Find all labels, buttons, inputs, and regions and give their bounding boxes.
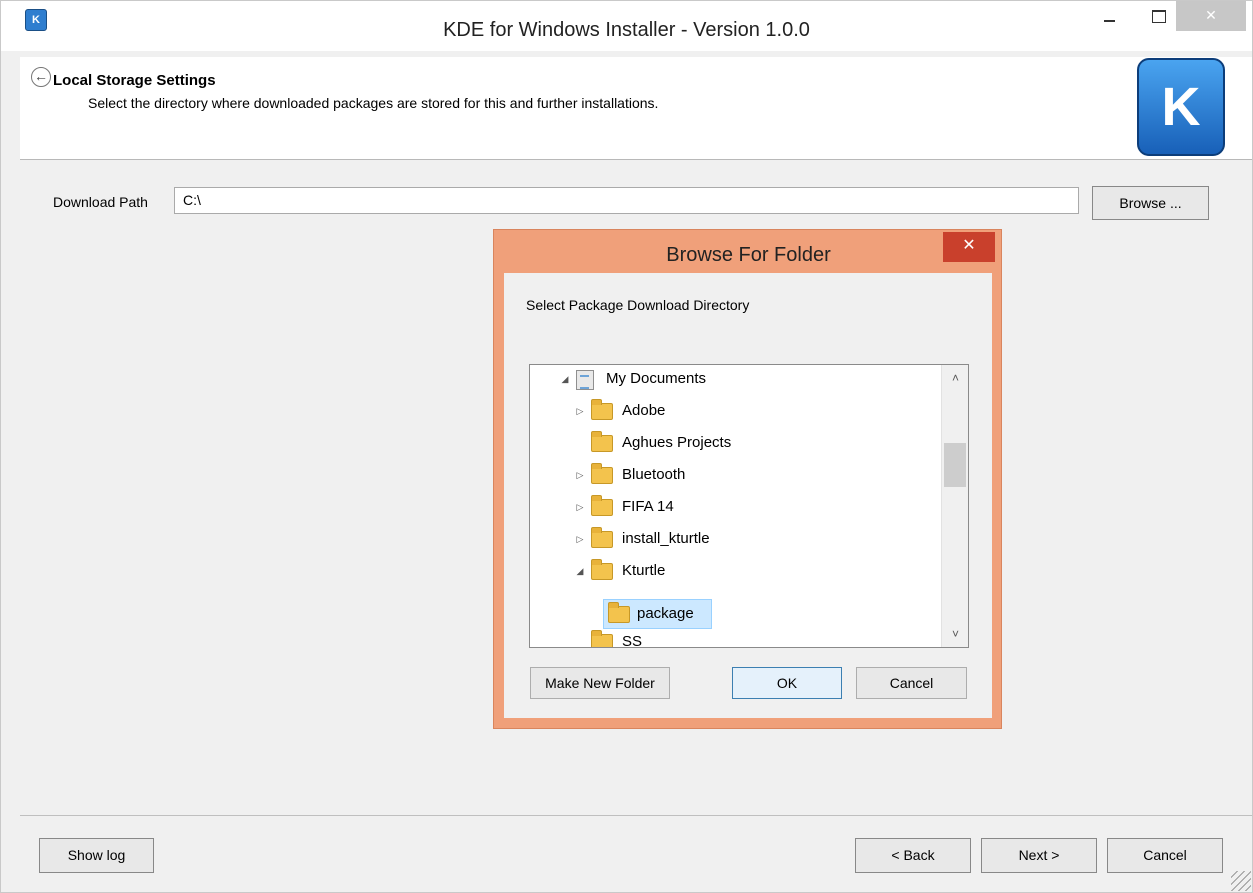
back-button[interactable]: < Back — [855, 838, 971, 873]
download-path-label: Download Path — [53, 194, 148, 210]
expand-arrow-icon[interactable]: ▷ — [575, 493, 585, 521]
expand-arrow-icon[interactable]: ▷ — [575, 525, 585, 553]
tree-item-label: SS — [622, 633, 643, 648]
collapse-arrow-icon[interactable]: ◢ — [560, 365, 570, 393]
installer-window: K KDE for Windows Installer - Version 1.… — [0, 0, 1253, 893]
scroll-up-arrow-icon[interactable]: ˄ — [942, 367, 968, 389]
folder-tree[interactable]: ◢ My Documents ▷ Adobe Aghues Projects ▷ — [529, 364, 969, 648]
tree-item-label: My Documents — [606, 370, 707, 387]
tree-item-label: Bluetooth — [622, 466, 686, 483]
tree-item-label: Kturtle — [622, 562, 666, 579]
dialog-title: Browse For Folder — [666, 244, 831, 266]
dialog-close-button[interactable]: ✕ — [943, 232, 995, 262]
documents-library-icon — [576, 370, 594, 390]
resize-grip-icon[interactable] — [1231, 871, 1251, 891]
tree-item-bluetooth[interactable]: ▷ Bluetooth — [575, 461, 940, 489]
cancel-button[interactable]: Cancel — [1107, 838, 1223, 873]
window-title: KDE for Windows Installer - Version 1.0.… — [443, 19, 810, 41]
expand-arrow-icon[interactable]: ▷ — [575, 461, 585, 489]
page-header: ← Local Storage Settings Select the dire… — [20, 57, 1252, 160]
tree-item-label: Adobe — [622, 402, 666, 419]
tree-item-label: Aghues Projects — [622, 434, 732, 451]
expand-arrow-icon[interactable]: ▷ — [575, 397, 585, 425]
next-button[interactable]: Next > — [981, 838, 1097, 873]
download-path-input[interactable]: C:\ — [174, 187, 1079, 214]
tree-item-kturtle[interactable]: ◢ Kturtle — [575, 557, 940, 585]
tree-item-install-kturtle[interactable]: ▷ install_kturtle — [575, 525, 940, 553]
tree-item-label: install_kturtle — [622, 530, 710, 547]
folder-icon — [591, 431, 613, 452]
collapse-arrow-icon[interactable]: ◢ — [575, 557, 585, 585]
folder-icon — [591, 399, 613, 420]
tree-item-aghues-projects[interactable]: Aghues Projects — [575, 429, 940, 457]
dialog-prompt: Select Package Download Directory — [526, 297, 750, 313]
show-log-button[interactable]: Show log — [39, 838, 154, 873]
make-new-folder-button[interactable]: Make New Folder — [530, 667, 670, 699]
folder-icon — [591, 559, 613, 580]
tree-item-fifa-14[interactable]: ▷ FIFA 14 — [575, 493, 940, 521]
browse-folder-dialog: Browse For Folder ✕ Select Package Downl… — [493, 229, 1002, 729]
tree-item-package[interactable]: package — [604, 600, 714, 628]
page-subtitle: Select the directory where downloaded pa… — [88, 95, 659, 111]
folder-icon — [591, 495, 613, 516]
folder-icon — [591, 527, 613, 548]
scroll-down-arrow-icon[interactable]: ˅ — [942, 623, 968, 645]
title-bar[interactable]: K KDE for Windows Installer - Version 1.… — [1, 1, 1252, 51]
tree-item-my-documents[interactable]: ◢ My Documents — [560, 365, 940, 393]
page-title: Local Storage Settings — [53, 72, 216, 89]
tree-item-ss[interactable]: SS — [575, 628, 940, 648]
tree-item-label: FIFA 14 — [622, 498, 674, 515]
folder-icon — [591, 463, 613, 484]
dialog-body: Select Package Download Directory ◢ My D… — [504, 273, 992, 718]
kde-logo-icon: K — [1137, 58, 1225, 156]
ok-button[interactable]: OK — [732, 667, 842, 699]
tree-scrollbar[interactable]: ˄ ˅ — [941, 365, 968, 647]
folder-icon — [608, 602, 630, 623]
browse-button[interactable]: Browse ... — [1092, 186, 1209, 220]
dialog-cancel-button[interactable]: Cancel — [856, 667, 967, 699]
tree-item-label: package — [637, 605, 694, 622]
minimize-button[interactable] — [1093, 1, 1127, 31]
back-arrow-icon[interactable]: ← — [31, 67, 51, 87]
maximize-button[interactable] — [1141, 1, 1175, 31]
tree-item-adobe[interactable]: ▷ Adobe — [575, 397, 940, 425]
folder-icon — [591, 630, 613, 647]
footer-divider — [20, 815, 1252, 816]
close-button[interactable]: ✕ — [1176, 1, 1246, 31]
scroll-thumb[interactable] — [944, 443, 966, 487]
